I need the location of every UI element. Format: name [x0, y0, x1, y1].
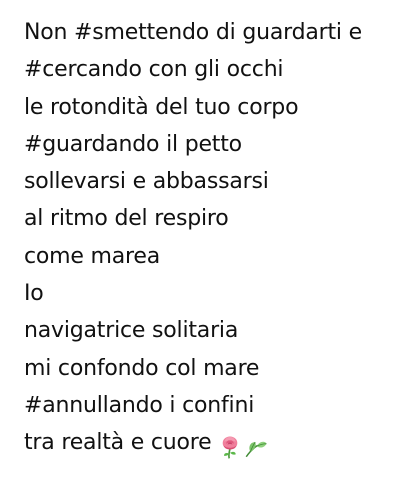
- rose-icon: [223, 436, 238, 459]
- text-line: Io: [24, 281, 44, 307]
- emoji-row: [217, 428, 269, 465]
- text-line: le rotondità del tuo corpo: [24, 94, 299, 120]
- text-line: #annullando i confini: [24, 392, 255, 418]
- leaf-icon: [246, 442, 268, 458]
- text-line: come marea: [24, 243, 161, 269]
- post-text: Non #smettendo di guardarti e #cercando …: [24, 14, 396, 466]
- text-line: Non #smettendo di guardarti e: [24, 20, 362, 45]
- text-line: #guardando il petto: [24, 131, 242, 157]
- text-line: tra realtà e cuore: [24, 430, 212, 456]
- text-line: #cercando con gli occhi: [24, 57, 284, 83]
- text-line: mi confondo col mare: [24, 355, 260, 381]
- last-line: tra realtà e cuore: [24, 424, 396, 465]
- text-line: al ritmo del respiro: [24, 206, 229, 232]
- text-line: navigatrice solitaria: [24, 318, 239, 344]
- text-line: sollevarsi e abbassarsi: [24, 169, 269, 195]
